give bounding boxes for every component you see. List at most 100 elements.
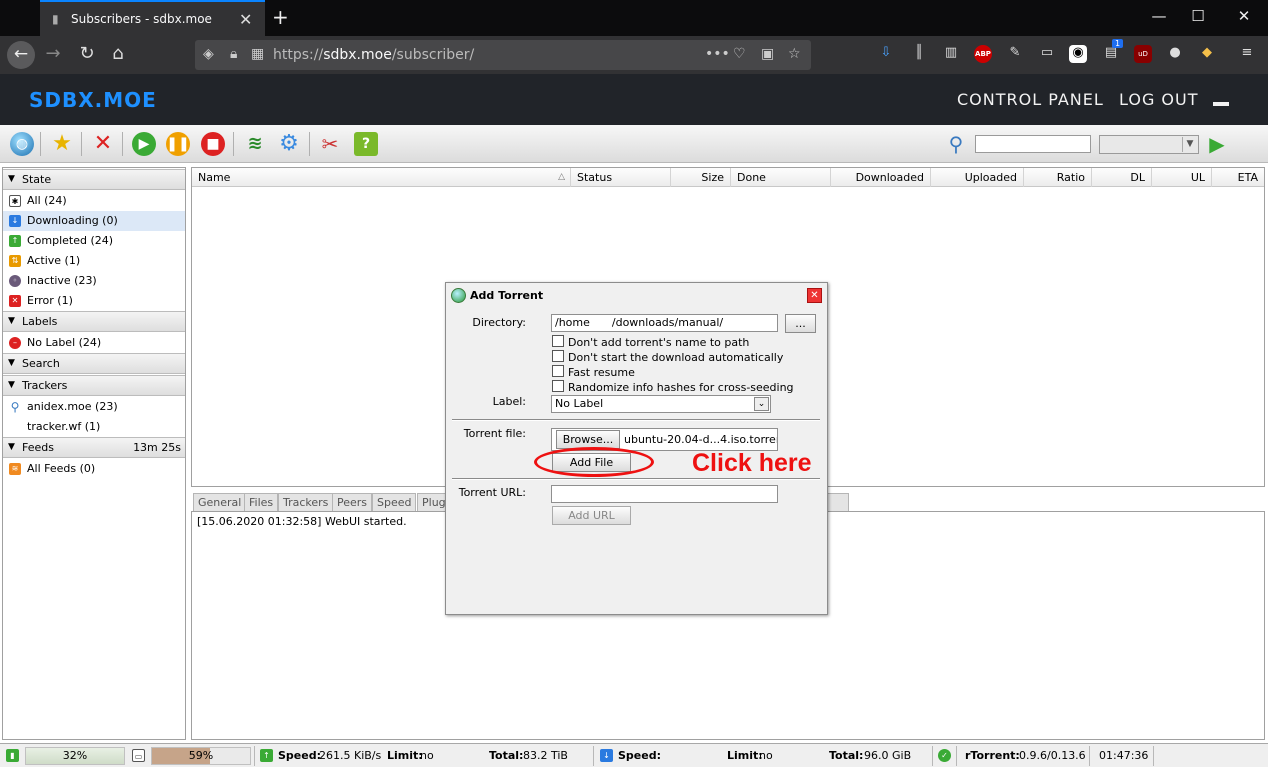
page-actions-icon[interactable]: ••• xyxy=(705,46,730,62)
library-icon[interactable]: ║ xyxy=(910,45,928,63)
tab-speed[interactable]: Speed xyxy=(372,493,417,512)
column-status[interactable]: Status xyxy=(571,168,671,187)
back-icon[interactable]: ← xyxy=(7,41,35,69)
memory-percent: 59% xyxy=(188,749,214,762)
rss-icon[interactable]: ≋ xyxy=(243,132,267,156)
plugins-tools-icon[interactable]: ✂ xyxy=(318,132,342,156)
extension-notify-icon[interactable]: ▤ 1 xyxy=(1102,39,1124,63)
extension-mask-icon[interactable]: ◉ xyxy=(1069,45,1087,63)
search-input[interactable] xyxy=(975,135,1091,153)
remove-icon[interactable]: ✕ xyxy=(91,132,115,156)
sidebar-item-no-label[interactable]: – No Label (24) xyxy=(3,333,185,353)
browse-directory-button[interactable]: ... xyxy=(785,314,816,333)
sidebar-header-labels[interactable]: ▼ Labels xyxy=(3,311,185,332)
sidebar-item-tracker-anidex[interactable]: ⚲ anidex.moe (23) xyxy=(3,397,185,417)
extension-arrow-icon[interactable]: ◆ xyxy=(1198,45,1216,63)
sidebar-item-all-feeds[interactable]: ≋ All Feeds (0) xyxy=(3,459,185,479)
sidebar-item-error[interactable]: ✕ Error (1) xyxy=(3,291,185,311)
sidebar-item-tracker-wf[interactable]: tracker.wf (1) xyxy=(3,417,185,437)
dialog-header[interactable]: Add Torrent ✕ xyxy=(446,283,827,307)
search-engine-select[interactable]: ▼ xyxy=(1099,135,1199,154)
lock-icon[interactable]: 🔒︎ xyxy=(230,46,237,62)
column-name[interactable]: Name △ xyxy=(192,168,571,187)
new-tab-icon[interactable]: + xyxy=(272,5,289,29)
label-select[interactable]: No Label ⌄ xyxy=(551,395,771,413)
column-dl[interactable]: DL xyxy=(1092,168,1152,187)
sidebar-item-inactive[interactable]: ◦ Inactive (23) xyxy=(3,271,185,291)
checkbox-dont-start-label[interactable]: Don't start the download automatically xyxy=(568,351,783,364)
help-icon[interactable]: ? xyxy=(354,132,378,156)
create-torrent-icon[interactable]: ★ xyxy=(50,132,74,156)
tab-general[interactable]: General xyxy=(193,493,247,512)
sidebar-header-state[interactable]: ▼ State xyxy=(3,169,185,190)
pocket-icon[interactable]: ♡ xyxy=(733,46,746,62)
sidebar-item-all[interactable]: ✱ All (24) xyxy=(3,191,185,211)
column-downloaded[interactable]: Downloaded xyxy=(831,168,931,187)
close-icon[interactable]: ✕ xyxy=(807,288,822,303)
browser-tab[interactable]: ▮ Subscribers - sdbx.moe ✕ xyxy=(40,0,265,36)
bookmark-star-icon[interactable]: ☆ xyxy=(788,46,801,62)
checkbox-no-name-path[interactable] xyxy=(552,335,564,347)
checkbox-dont-start[interactable] xyxy=(552,350,564,362)
start-icon[interactable]: ▶ xyxy=(132,132,156,156)
reload-icon[interactable]: ↻ xyxy=(73,43,101,64)
directory-input[interactable]: /home/downloads/manual/ xyxy=(551,314,778,332)
column-uploaded[interactable]: Uploaded xyxy=(931,168,1024,187)
column-done[interactable]: Done xyxy=(731,168,831,187)
home-icon[interactable]: ⌂ xyxy=(104,43,132,64)
download-limit-label[interactable]: Limit: xyxy=(727,749,763,762)
sidebar-item-downloading[interactable]: ↓ Downloading (0) xyxy=(3,211,185,231)
search-go-icon[interactable]: ▶ xyxy=(1205,132,1229,156)
torrent-url-input[interactable] xyxy=(551,485,778,503)
tab-extra[interactable] xyxy=(827,493,849,512)
sidebar-item-completed[interactable]: ↑ Completed (24) xyxy=(3,231,185,251)
checkbox-randomize-hashes[interactable] xyxy=(552,380,564,392)
checkbox-no-name-path-label[interactable]: Don't add torrent's name to path xyxy=(568,336,749,349)
menu-dash-icon[interactable] xyxy=(1213,102,1229,106)
checkbox-randomize-hashes-label[interactable]: Randomize info hashes for cross-seeding xyxy=(568,381,794,394)
extension-pen-icon[interactable]: ✎ xyxy=(1006,45,1024,63)
stop-icon[interactable]: ■ xyxy=(201,132,225,156)
column-ratio[interactable]: Ratio xyxy=(1024,168,1092,187)
download-limit-value[interactable]: no xyxy=(759,749,773,762)
shield-icon[interactable]: ◈ xyxy=(203,46,214,62)
downloads-icon[interactable]: ⇩ xyxy=(877,45,895,63)
pause-icon[interactable]: ❚❚ xyxy=(166,132,190,156)
column-size[interactable]: Size xyxy=(671,168,731,187)
sidebar-item-active[interactable]: ⇅ Active (1) xyxy=(3,251,185,271)
maximize-icon[interactable]: ☐ xyxy=(1183,7,1213,25)
sidebar-header-feeds[interactable]: ▼ Feeds 13m 25s xyxy=(3,437,185,458)
menu-icon[interactable]: ≡ xyxy=(1238,45,1256,63)
tab-trackers[interactable]: Trackers xyxy=(278,493,334,512)
site-logo[interactable]: SDBX.MOE xyxy=(29,88,157,112)
upload-limit-label[interactable]: Limit: xyxy=(387,749,423,762)
account-icon[interactable]: ● xyxy=(1166,45,1184,63)
upload-limit-value[interactable]: no xyxy=(420,749,434,762)
tab-files[interactable]: Files xyxy=(244,493,279,512)
permissions-icon[interactable]: ▦ xyxy=(251,46,264,62)
minimize-icon[interactable]: — xyxy=(1144,7,1174,25)
search-icon[interactable]: ⚲ xyxy=(944,132,968,156)
adblock-icon[interactable]: ABP xyxy=(974,45,992,63)
forward-icon[interactable]: → xyxy=(39,43,67,64)
add-url-button[interactable]: Add URL xyxy=(552,506,631,525)
logout-link[interactable]: LOG OUT xyxy=(1119,90,1199,109)
control-panel-link[interactable]: CONTROL PANEL xyxy=(957,90,1104,109)
window-close-icon[interactable]: ✕ xyxy=(1229,7,1259,25)
column-ul[interactable]: UL xyxy=(1152,168,1212,187)
extension-screen-icon[interactable]: ▭ xyxy=(1038,45,1056,63)
reader-icon[interactable]: ▣ xyxy=(761,46,774,62)
sidebar-toggle-icon[interactable]: ▥ xyxy=(942,45,960,63)
add-torrent-icon[interactable]: ◍ xyxy=(10,132,34,156)
url-bar[interactable]: ◈ 🔒︎ ▦ https://sdbx.moe/subscriber/ ••• … xyxy=(195,40,811,70)
ublock-icon[interactable]: uD xyxy=(1134,45,1152,63)
tab-close-icon[interactable]: ✕ xyxy=(239,10,252,29)
column-eta[interactable]: ETA xyxy=(1212,168,1264,187)
sidebar-header-search[interactable]: ▼ Search xyxy=(3,353,185,374)
checkbox-fast-resume-label[interactable]: Fast resume xyxy=(568,366,635,379)
settings-gear-icon[interactable]: ⚙ xyxy=(277,132,301,156)
tab-peers[interactable]: Peers xyxy=(332,493,373,512)
url-text[interactable]: https://sdbx.moe/subscriber/ xyxy=(273,47,474,63)
sidebar-header-trackers[interactable]: ▼ Trackers xyxy=(3,375,185,396)
checkbox-fast-resume[interactable] xyxy=(552,365,564,377)
